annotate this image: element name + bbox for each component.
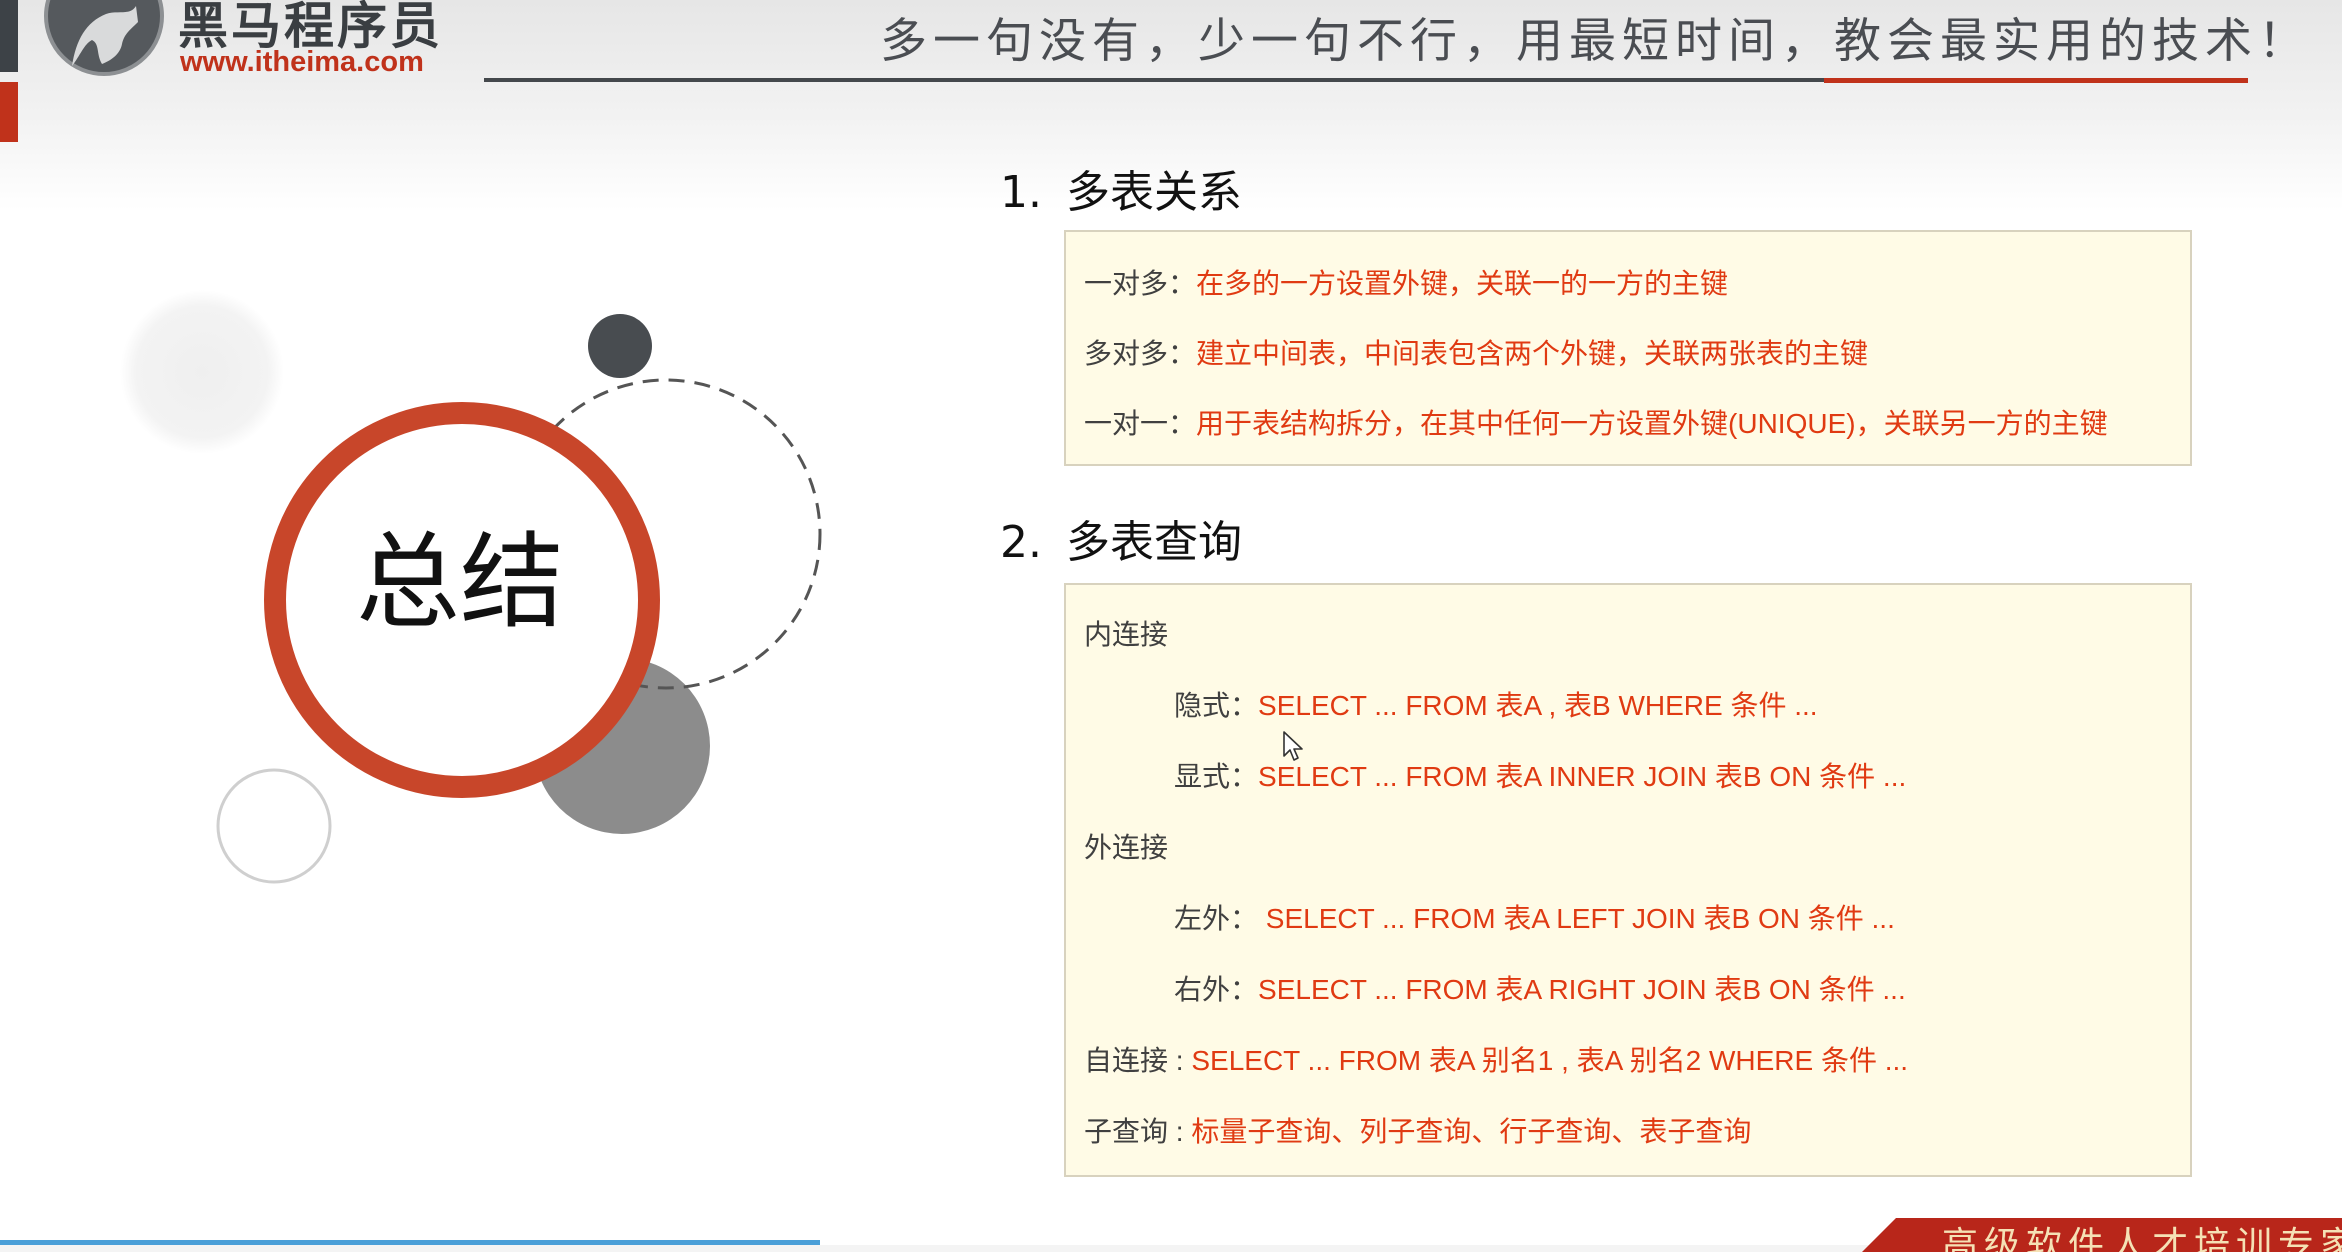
relations-box: 一对多：在多的一方设置外键，关联一的一方的主键 多对多：建立中间表，中间表包含两… bbox=[1064, 230, 2192, 466]
mouse-cursor-icon bbox=[1283, 731, 1303, 761]
header-divider bbox=[484, 78, 1824, 82]
side-accent-red bbox=[0, 82, 18, 142]
queries-box: 内连接 隐式：SELECT ... FROM 表A , 表B WHERE 条件 … bbox=[1064, 583, 2192, 1177]
subquery: 子查询 : 标量子查询、列子查询、行子查询、表子查询 bbox=[1084, 1116, 1752, 1147]
relation-one-to-many: 一对多：在多的一方设置外键，关联一的一方的主键 bbox=[1084, 268, 1729, 299]
section-heading-relations: 1. 多表关系 bbox=[1000, 156, 1242, 220]
inner-join-implicit: 隐式：SELECT ... FROM 表A , 表B WHERE 条件 ... bbox=[1174, 690, 1818, 721]
logo-url[interactable]: www.itheima.com bbox=[180, 46, 424, 79]
section-number: 2. bbox=[1000, 517, 1042, 568]
outer-join-right: 右外：SELECT ... FROM 表A RIGHT JOIN 表B ON 条… bbox=[1174, 974, 1906, 1005]
relation-one-to-one: 一对一：用于表结构拆分，在其中任何一方设置外键(UNIQUE)，关联另一方的主键 bbox=[1084, 408, 2108, 439]
summary-title: 总结 bbox=[355, 521, 564, 643]
relation-many-to-many: 多对多：建立中间表，中间表包含两个外键，关联两张表的主键 bbox=[1084, 338, 1869, 369]
section-title: 多表查询 bbox=[1066, 517, 1242, 568]
section-number: 1. bbox=[1000, 167, 1042, 218]
section-title: 多表关系 bbox=[1066, 167, 1242, 218]
small-dark-circle bbox=[588, 314, 652, 378]
self-join: 自连接 : SELECT ... FROM 表A 别名1 , 表A 别名2 WH… bbox=[1084, 1045, 1909, 1076]
outer-join-left: 左外： SELECT ... FROM 表A LEFT JOIN 表B ON 条… bbox=[1174, 903, 1895, 934]
side-accent-dark bbox=[0, 0, 18, 72]
section-heading-queries: 2. 多表查询 bbox=[1000, 506, 1242, 570]
inner-join-heading: 内连接 bbox=[1084, 619, 1169, 650]
outer-join-heading: 外连接 bbox=[1084, 832, 1169, 863]
outline-circle bbox=[216, 768, 332, 884]
footer-badge: 高级软件人才培训专家 bbox=[1862, 1218, 2342, 1252]
header-divider-accent bbox=[1824, 78, 2248, 83]
inner-join-explicit: 显式：SELECT ... FROM 表A INNER JOIN 表B ON 条… bbox=[1174, 761, 1907, 792]
footer-progress-line bbox=[0, 1240, 820, 1245]
header-slogan: 多一句没有，少一句不行，用最短时间，教会最实用的技术！ bbox=[880, 14, 2311, 69]
soft-gray-circle bbox=[120, 290, 284, 454]
